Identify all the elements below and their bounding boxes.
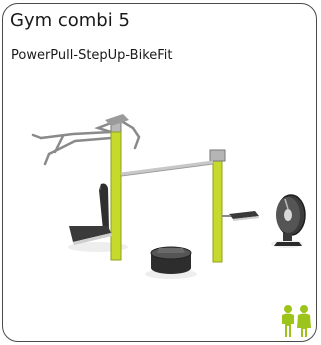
right-post: [212, 158, 223, 263]
gym-equipment-illustration: [31, 114, 306, 279]
power-pull-arms: [31, 120, 141, 166]
product-card[interactable]: Gym combi 5 PowerPull-StepUp-BikeFit: [2, 3, 317, 342]
left-post: [110, 131, 122, 261]
bike-fit-wheel: [274, 194, 306, 246]
adults-seniors-icon: [282, 305, 311, 337]
seat-backrest: [99, 183, 109, 230]
